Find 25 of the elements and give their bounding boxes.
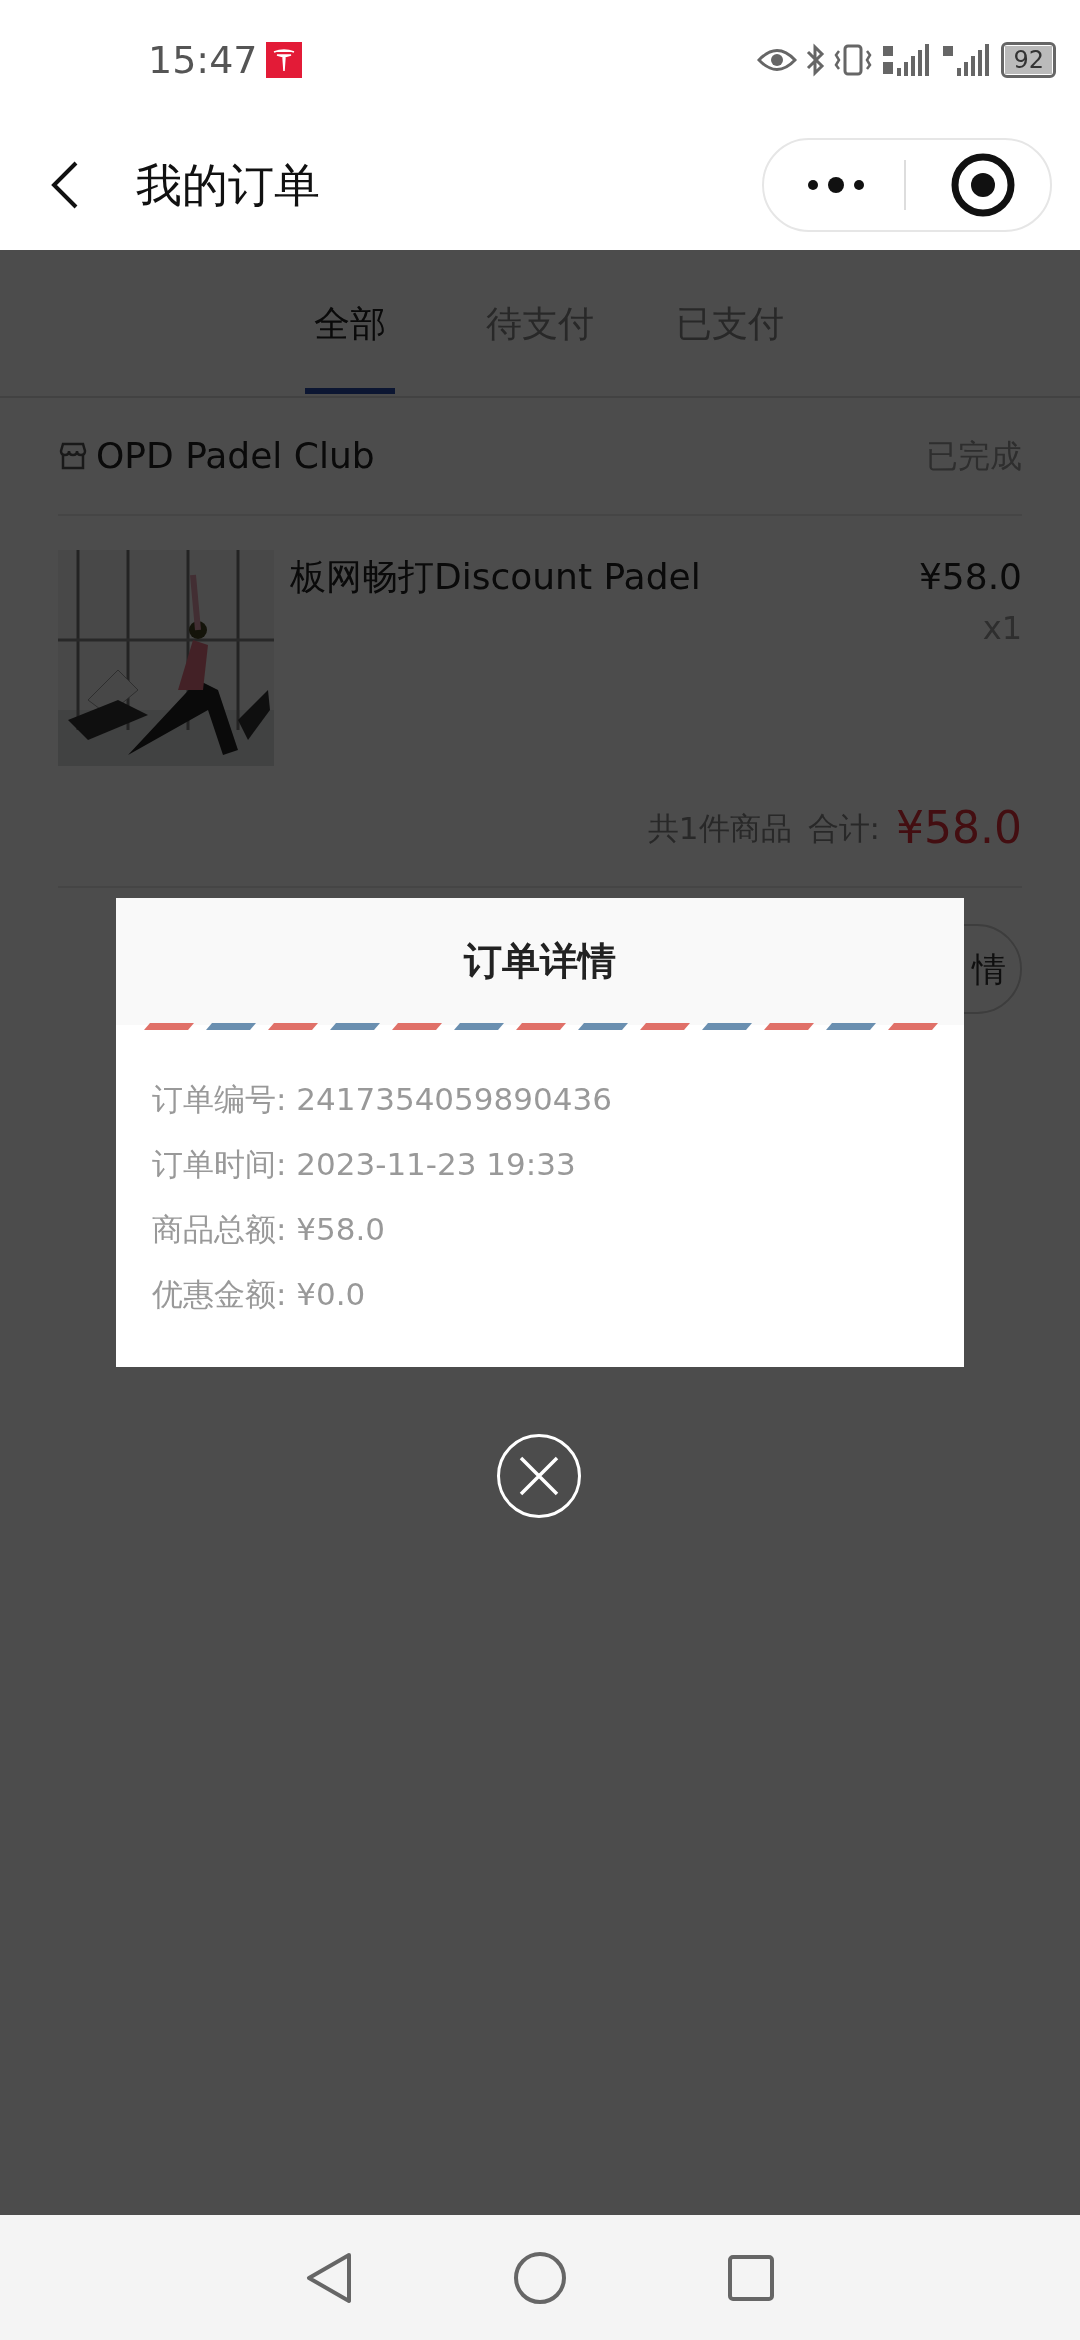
car-logo-icon [265, 42, 302, 78]
close-target-icon[interactable] [950, 152, 1016, 218]
dialog-title: 订单详情 [464, 938, 616, 985]
product-name: 板网畅打Discount Padel [290, 555, 702, 599]
total-price: ¥58.0 [896, 801, 1022, 855]
page-title: 我的订单 [136, 156, 320, 214]
detail-line: 优惠金额: ¥0.0 [152, 1275, 367, 1314]
close-button[interactable] [497, 1434, 581, 1518]
tab[interactable]: 全部 [255, 250, 445, 398]
recents-nav-icon[interactable] [727, 2253, 775, 2302]
eye-icon [757, 47, 798, 73]
detail-line: 订单编号: 2417354059890436 [152, 1080, 613, 1119]
battery-level-text: 92 [1005, 46, 1052, 74]
shop-name: OPD Padel Club [96, 434, 375, 478]
back-icon[interactable] [50, 160, 80, 210]
product-price: ¥58.0 [918, 555, 1022, 599]
bluetooth-icon [805, 42, 826, 78]
vibrate-icon [833, 43, 874, 77]
back-nav-icon[interactable] [305, 2250, 353, 2305]
home-nav-icon[interactable] [513, 2250, 567, 2305]
clock-text: 15:47 [148, 36, 258, 84]
close-icon [517, 1454, 561, 1498]
detail-line: 商品总额: ¥58.0 [152, 1210, 387, 1249]
detail-line: 订单时间: 2023-11-23 19:33 [152, 1145, 577, 1184]
more-icon[interactable] [806, 175, 866, 195]
